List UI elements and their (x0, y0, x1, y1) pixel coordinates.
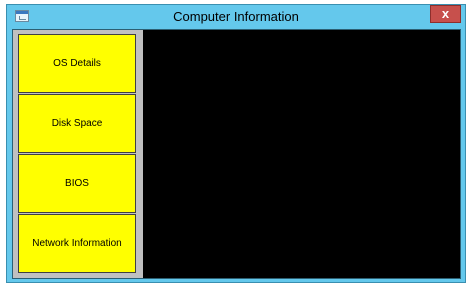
bios-button[interactable]: BIOS (18, 154, 136, 213)
button-panel: OS Details Disk Space BIOS Network Infor… (13, 30, 143, 278)
network-information-button[interactable]: Network Information (18, 214, 136, 273)
client-area: OS Details Disk Space BIOS Network Infor… (12, 29, 461, 279)
disk-space-button[interactable]: Disk Space (18, 94, 136, 153)
title-bar[interactable]: Computer Information x (7, 5, 465, 29)
close-button[interactable]: x (430, 5, 461, 23)
output-display[interactable] (143, 30, 460, 278)
window-title: Computer Information (173, 9, 299, 24)
os-details-button[interactable]: OS Details (18, 34, 136, 93)
app-window: Computer Information x OS Details Disk S… (6, 4, 466, 283)
